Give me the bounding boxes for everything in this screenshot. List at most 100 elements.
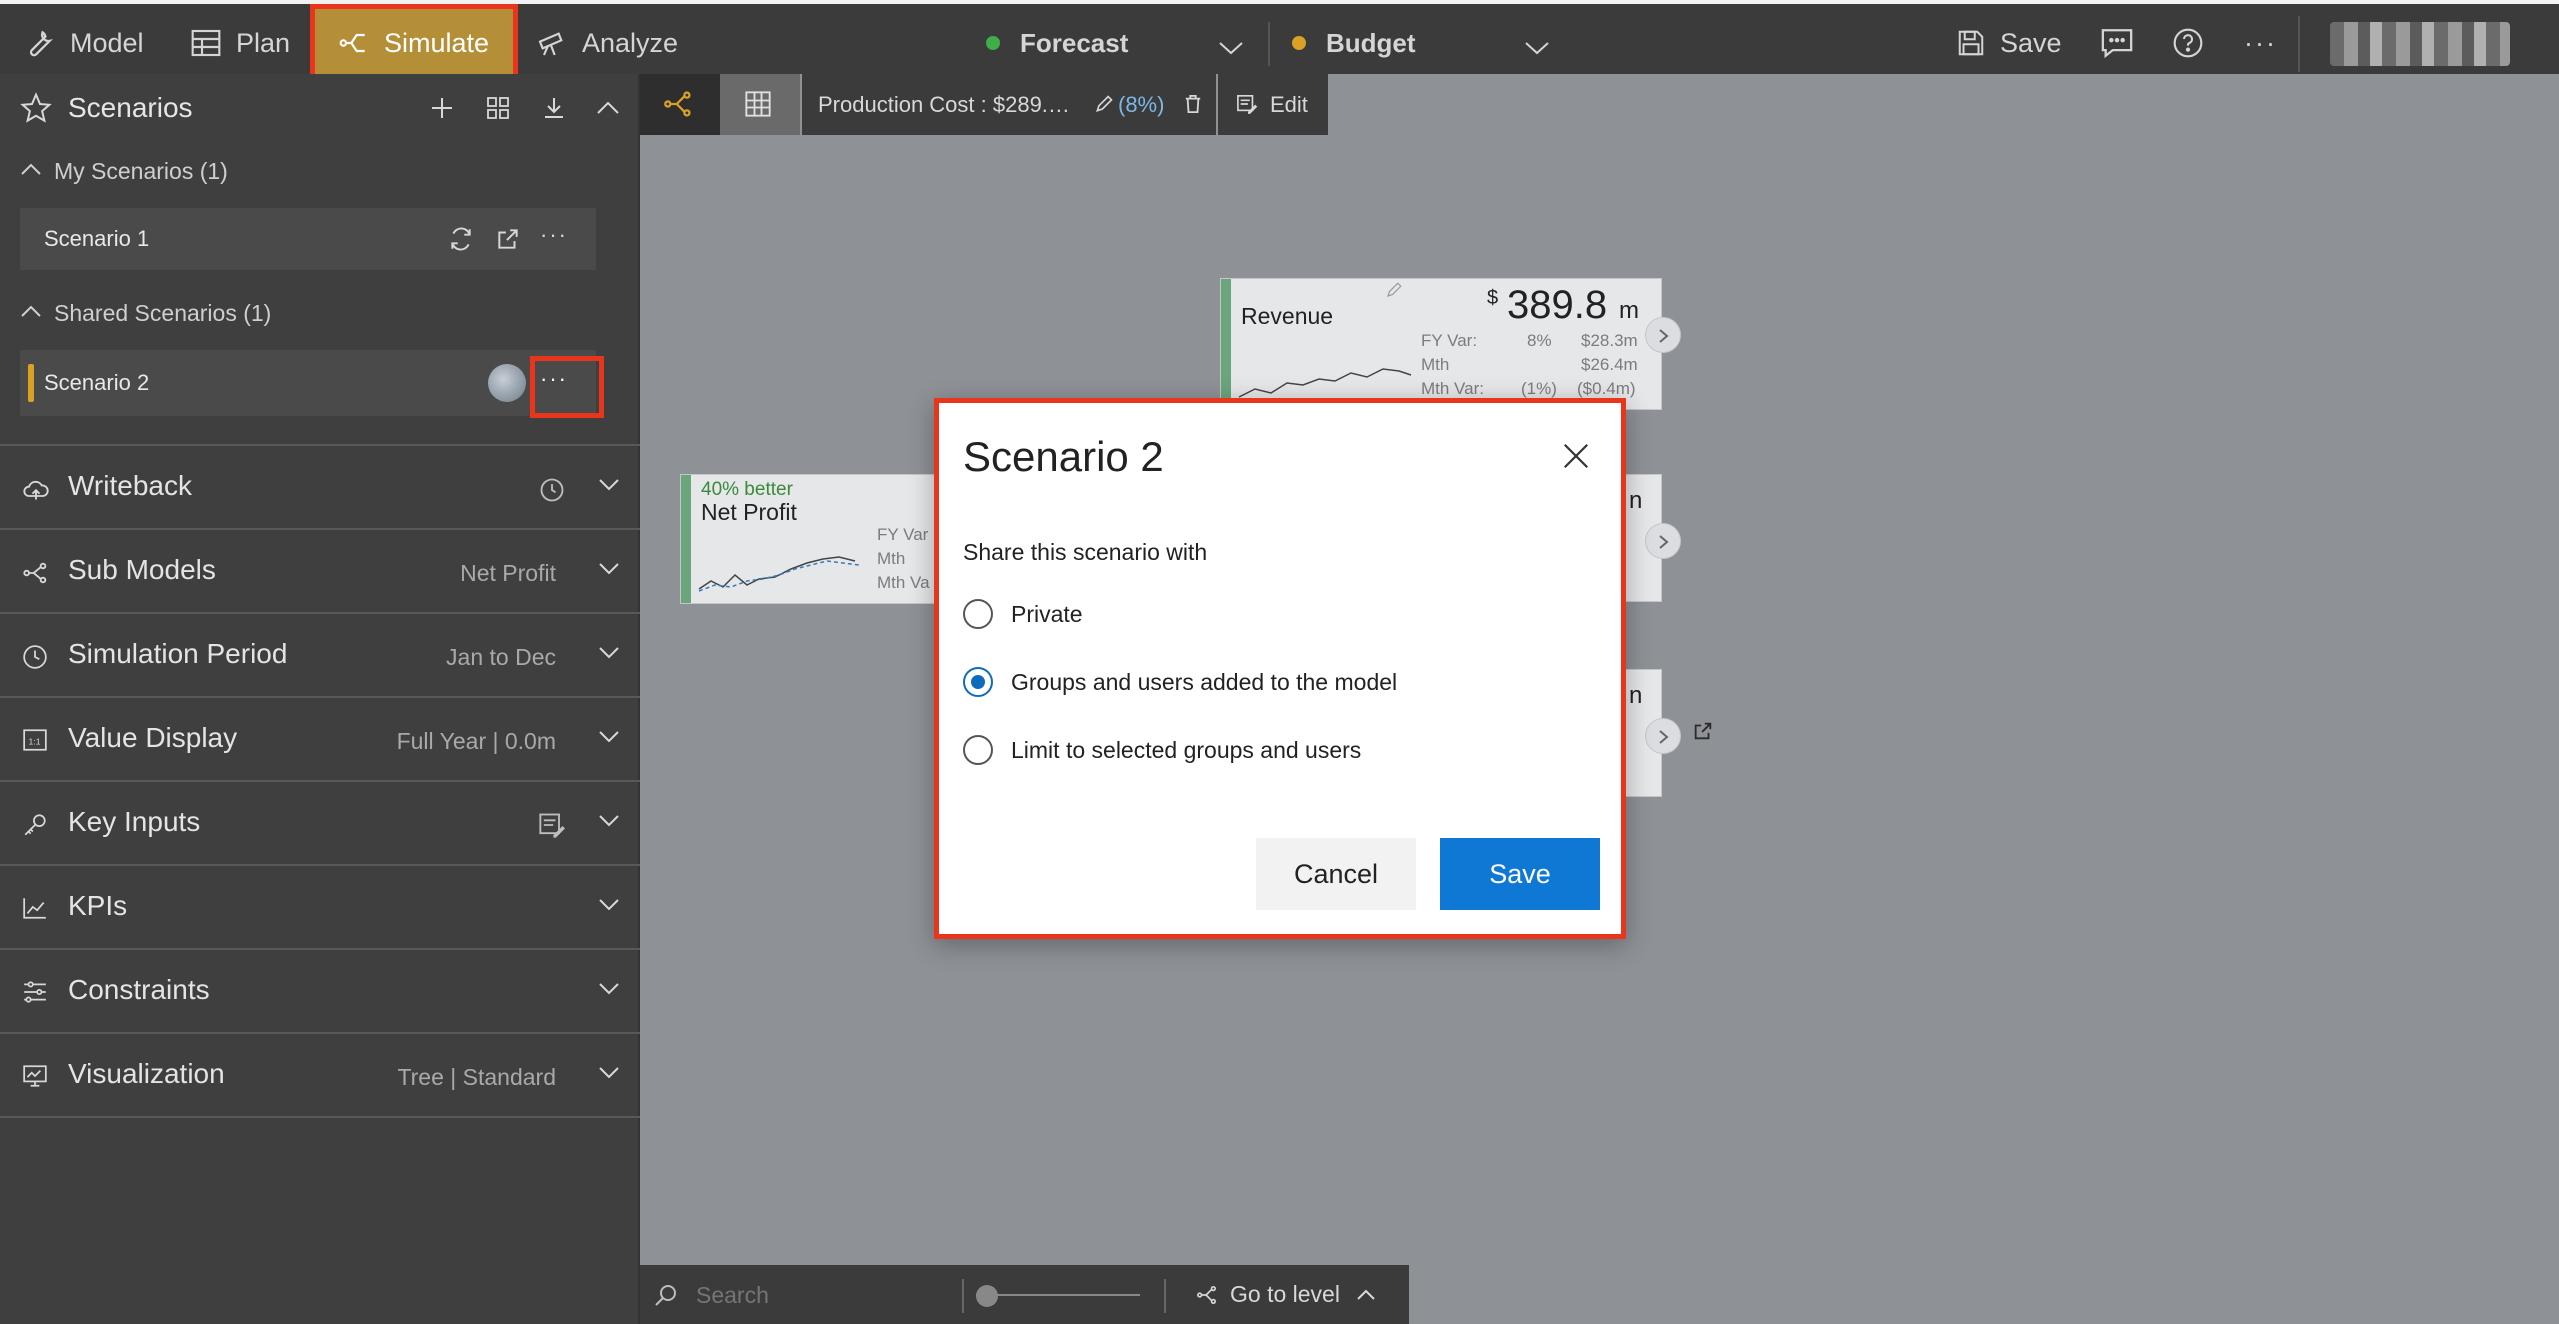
zoom-slider-track: [976, 1294, 1140, 1296]
forecast-label: Forecast: [1020, 27, 1129, 58]
section-value-display[interactable]: 1:1 Value Display Full Year | 0.0m: [0, 696, 640, 780]
forecast-status-dot: [986, 36, 1000, 50]
chevron-down-icon: [598, 730, 620, 749]
nav-model[interactable]: Model: [22, 8, 144, 78]
close-icon[interactable]: [1561, 441, 1591, 476]
pencil-icon[interactable]: [1385, 281, 1403, 299]
save-button[interactable]: Save: [1956, 8, 2062, 78]
revenue-row-amt: $28.3m: [1581, 331, 1638, 350]
net-profit-badge: 40% better: [701, 479, 793, 500]
avatar: [488, 364, 526, 402]
section-writeback[interactable]: Writeback: [0, 444, 640, 528]
sidebar-title: Scenarios: [68, 92, 193, 123]
divider: [2298, 16, 2300, 72]
add-icon[interactable]: [430, 96, 454, 120]
divider: [962, 1279, 964, 1313]
section-sub-models[interactable]: Sub Models Net Profit: [0, 528, 640, 612]
collapse-my-scenarios-icon[interactable]: [20, 162, 42, 181]
chevron-up-icon[interactable]: [596, 100, 620, 116]
model-node-card[interactable]: n: [1620, 474, 1681, 602]
go-to-level-button[interactable]: Go to level: [1196, 1265, 1376, 1324]
revenue-row-label: Mth Var:: [1421, 379, 1484, 398]
model-node-card[interactable]: n: [1620, 669, 1681, 797]
search-icon: [654, 1283, 678, 1307]
chevron-up-icon: [1356, 1289, 1376, 1301]
nav-simulate[interactable]: Simulate: [314, 8, 514, 78]
chevron-down-icon: [598, 1066, 620, 1085]
budget-label: Budget: [1326, 27, 1416, 58]
budget-status-dot: [1292, 36, 1306, 50]
section-value: Jan to Dec: [446, 644, 556, 670]
revenue-value: 389.8: [1507, 283, 1608, 327]
top-bar: Model Plan Simulate Analyze Forecast Bud…: [0, 0, 2559, 80]
section-label: Writeback: [68, 470, 192, 501]
scenarios-sidebar: Scenarios My Scenarios (1) Scenario 1 ··…: [0, 74, 640, 1324]
scenario-row[interactable]: Scenario 2 ···: [20, 350, 596, 416]
section-constraints[interactable]: Constraints: [0, 948, 640, 1032]
zoom-slider-thumb[interactable]: [976, 1285, 998, 1307]
open-external-icon[interactable]: [1692, 720, 1714, 742]
user-avatar[interactable]: [2330, 22, 2510, 66]
section-simulation-period[interactable]: Simulation Period Jan to Dec: [0, 612, 640, 696]
chevron-down-icon: [598, 814, 620, 833]
share-scenario-dialog: Scenario 2 Share this scenario with Priv…: [934, 398, 1626, 939]
revenue-currency: $: [1487, 287, 1499, 309]
radio-button[interactable]: [963, 599, 993, 629]
budget-dropdown[interactable]: Budget: [1292, 8, 1562, 78]
radio-private[interactable]: Private: [963, 599, 1083, 629]
save-icon: [1956, 28, 1986, 58]
scenario-name: Scenario 2: [44, 370, 150, 395]
nav-model-label: Model: [70, 27, 144, 58]
scenario-color-bar: [28, 364, 34, 402]
cancel-button[interactable]: Cancel: [1256, 838, 1416, 910]
comment-button[interactable]: [2100, 8, 2134, 78]
scenario-more-button[interactable]: ···: [540, 366, 568, 392]
radio-limit-selected[interactable]: Limit to selected groups and users: [963, 735, 1361, 765]
help-button[interactable]: [2172, 8, 2204, 78]
scenario-row[interactable]: Scenario 1 ···: [20, 208, 596, 270]
chevron-down-icon: [598, 562, 620, 581]
table-icon: [190, 28, 222, 58]
history-icon[interactable]: [538, 476, 566, 504]
canvas-bottom-toolbar: Go to level: [640, 1265, 1409, 1324]
nav-analyze[interactable]: Analyze: [536, 8, 678, 78]
revenue-title: Revenue: [1241, 303, 1334, 329]
section-label: Key Inputs: [68, 806, 201, 837]
expand-node-button[interactable]: [1645, 523, 1681, 559]
scenario-more-button[interactable]: ···: [540, 222, 568, 248]
collapse-shared-scenarios-icon[interactable]: [20, 304, 42, 323]
section-key-inputs[interactable]: Key Inputs: [0, 780, 640, 864]
hierarchy-icon: [1196, 1285, 1218, 1305]
star-icon: [20, 92, 52, 124]
section-visualization[interactable]: Visualization Tree | Standard: [0, 1032, 640, 1116]
more-label: ···: [2244, 27, 2277, 58]
cloud-icon: [22, 476, 50, 507]
refresh-icon[interactable]: [448, 226, 474, 252]
more-button[interactable]: ···: [2244, 8, 2277, 78]
nav-plan[interactable]: Plan: [190, 8, 290, 78]
radio-button-selected[interactable]: [963, 667, 993, 697]
kpi-icon: [22, 896, 48, 925]
edit-list-icon[interactable]: [538, 812, 566, 838]
card-accent: [1221, 279, 1231, 409]
forecast-dropdown[interactable]: Forecast: [986, 8, 1256, 78]
net-profit-title: Net Profit: [701, 499, 797, 525]
radio-groups-and-users[interactable]: Groups and users added to the model: [963, 667, 1397, 697]
go-to-level-label: Go to level: [1230, 1281, 1340, 1307]
net-profit-row-label: FY Var: [877, 525, 929, 544]
search-input[interactable]: [696, 1277, 936, 1313]
expand-node-button[interactable]: [1645, 718, 1681, 754]
scenarios-header: Scenarios: [0, 74, 640, 142]
grid-icon[interactable]: [486, 96, 510, 120]
save-button[interactable]: Save: [1440, 838, 1600, 910]
zoom-slider[interactable]: [976, 1285, 1140, 1307]
download-icon[interactable]: [542, 96, 566, 120]
share-icon[interactable]: [495, 226, 521, 252]
revenue-card[interactable]: Revenue $ 389.8 m FY Var: 8% $28.3m Mth …: [1220, 278, 1681, 410]
radio-button[interactable]: [963, 735, 993, 765]
dialog-prompt: Share this scenario with: [963, 539, 1208, 565]
card-accent: [681, 475, 691, 603]
section-kpis[interactable]: KPIs: [0, 864, 640, 948]
net-profit-card[interactable]: 40% better Net Profit FY Var Mth Mth Va: [680, 474, 940, 604]
expand-node-button[interactable]: [1645, 317, 1681, 353]
